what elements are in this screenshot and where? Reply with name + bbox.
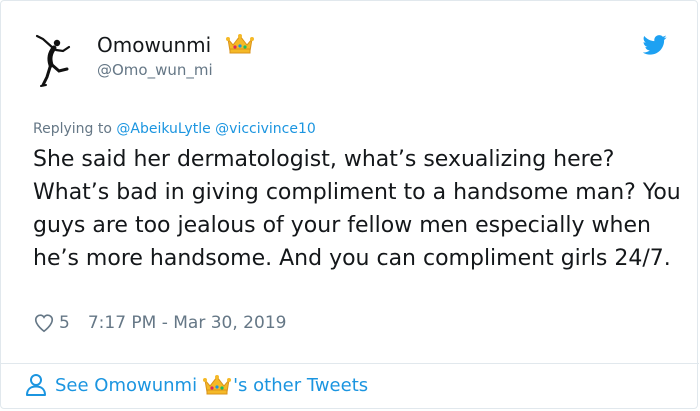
author-handle[interactable]: @Omo_wun_mi xyxy=(97,61,213,79)
author-name[interactable]: Omowunmi xyxy=(97,33,211,57)
dancer-silhouette-icon xyxy=(35,34,71,87)
tweet-meta: 5 7:17 PM - Mar 30, 2019 xyxy=(33,312,286,334)
crown-icon xyxy=(225,34,254,54)
author-name-row[interactable]: Omowunmi xyxy=(97,33,254,57)
see-other-tweets-link[interactable]: See Omowunmi 's other Tweets xyxy=(25,373,368,397)
footer-prefix[interactable]: See Omowunmi xyxy=(55,375,197,396)
avatar[interactable] xyxy=(23,31,83,91)
tweet-text: She said her dermatologist, what’s sexua… xyxy=(33,147,681,271)
twitter-bird-icon[interactable] xyxy=(643,35,667,55)
reply-context: Replying to @AbeikuLytle @viccivince10 xyxy=(33,121,316,137)
like-count[interactable]: 5 xyxy=(59,313,70,333)
timestamp-link[interactable]: 7:17 PM - Mar 30, 2019 xyxy=(88,313,287,333)
person-icon xyxy=(26,374,46,396)
reply-prefix: Replying to xyxy=(33,121,112,137)
mention-link[interactable]: @viccivince10 xyxy=(215,121,316,137)
heart-icon[interactable] xyxy=(33,312,55,334)
mention-link[interactable]: @AbeikuLytle xyxy=(116,121,210,137)
crown-icon xyxy=(203,375,232,395)
tweet-card: Omowunmi @Omo_wun_mi Replying to @Abeiku… xyxy=(0,0,699,409)
divider xyxy=(1,363,699,364)
footer-suffix[interactable]: 's other Tweets xyxy=(233,375,368,396)
